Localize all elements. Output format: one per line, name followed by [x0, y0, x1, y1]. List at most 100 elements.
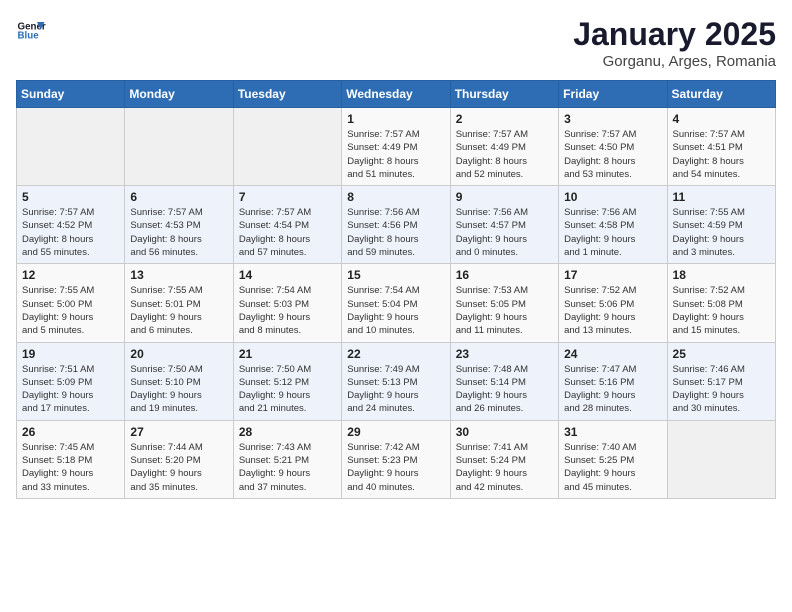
day-cell: 12 Sunrise: 7:55 AM Sunset: 5:00 PM Dayli…	[17, 264, 125, 342]
day-number: 25	[673, 347, 770, 361]
day-number: 9	[456, 190, 553, 204]
day-number: 15	[347, 268, 444, 282]
calendar-table: SundayMondayTuesdayWednesdayThursdayFrid…	[16, 80, 776, 499]
day-cell: 2 Sunrise: 7:57 AM Sunset: 4:49 PM Daylig…	[450, 108, 558, 186]
day-cell: 5 Sunrise: 7:57 AM Sunset: 4:52 PM Daylig…	[17, 186, 125, 264]
day-cell: 29 Sunrise: 7:42 AM Sunset: 5:23 PM Dayli…	[342, 420, 450, 498]
day-cell: 24 Sunrise: 7:47 AM Sunset: 5:16 PM Dayli…	[559, 342, 667, 420]
day-number: 30	[456, 425, 553, 439]
day-number: 5	[22, 190, 119, 204]
day-number: 22	[347, 347, 444, 361]
day-info: Sunrise: 7:56 AM Sunset: 4:56 PM Dayligh…	[347, 206, 444, 259]
week-row-5: 26 Sunrise: 7:45 AM Sunset: 5:18 PM Dayli…	[17, 420, 776, 498]
day-number: 14	[239, 268, 336, 282]
day-cell: 17Sunrise: 7:52 AM Sunset: 5:06 PM Dayli…	[559, 264, 667, 342]
week-row-2: 5 Sunrise: 7:57 AM Sunset: 4:52 PM Daylig…	[17, 186, 776, 264]
day-header-wednesday: Wednesday	[342, 81, 450, 108]
day-number: 10	[564, 190, 661, 204]
svg-text:Blue: Blue	[18, 31, 40, 42]
day-header-thursday: Thursday	[450, 81, 558, 108]
day-info: Sunrise: 7:44 AM Sunset: 5:20 PM Dayligh…	[130, 441, 227, 494]
day-info: Sunrise: 7:46 AM Sunset: 5:17 PM Dayligh…	[673, 363, 770, 416]
day-cell: 23 Sunrise: 7:48 AM Sunset: 5:14 PM Dayli…	[450, 342, 558, 420]
day-header-sunday: Sunday	[17, 81, 125, 108]
page-header: General Blue January 2025 Gorganu, Arges…	[16, 16, 776, 70]
day-info: Sunrise: 7:51 AM Sunset: 5:09 PM Dayligh…	[22, 363, 119, 416]
day-number: 8	[347, 190, 444, 204]
day-info: Sunrise: 7:55 AM Sunset: 4:59 PM Dayligh…	[673, 206, 770, 259]
calendar-title: January 2025	[573, 16, 776, 53]
day-cell: 11 Sunrise: 7:55 AM Sunset: 4:59 PM Dayli…	[667, 186, 775, 264]
day-cell	[233, 108, 341, 186]
logo: General Blue	[16, 16, 46, 46]
day-info: Sunrise: 7:50 AM Sunset: 5:10 PM Dayligh…	[130, 363, 227, 416]
day-info: Sunrise: 7:55 AM Sunset: 5:01 PM Dayligh…	[130, 284, 227, 337]
day-number: 17	[564, 268, 661, 282]
day-cell: 21 Sunrise: 7:50 AM Sunset: 5:12 PM Dayli…	[233, 342, 341, 420]
day-cell: 28 Sunrise: 7:43 AM Sunset: 5:21 PM Dayli…	[233, 420, 341, 498]
day-cell	[667, 420, 775, 498]
day-cell: 26 Sunrise: 7:45 AM Sunset: 5:18 PM Dayli…	[17, 420, 125, 498]
day-number: 12	[22, 268, 119, 282]
day-cell: 27 Sunrise: 7:44 AM Sunset: 5:20 PM Dayli…	[125, 420, 233, 498]
day-cell: 9 Sunrise: 7:56 AM Sunset: 4:57 PM Daylig…	[450, 186, 558, 264]
day-header-saturday: Saturday	[667, 81, 775, 108]
day-info: Sunrise: 7:56 AM Sunset: 4:58 PM Dayligh…	[564, 206, 661, 259]
day-number: 31	[564, 425, 661, 439]
day-number: 7	[239, 190, 336, 204]
day-number: 18	[673, 268, 770, 282]
day-info: Sunrise: 7:47 AM Sunset: 5:16 PM Dayligh…	[564, 363, 661, 416]
day-cell: 1Sunrise: 7:57 AM Sunset: 4:49 PM Daylig…	[342, 108, 450, 186]
day-number: 13	[130, 268, 227, 282]
day-number: 24	[564, 347, 661, 361]
day-info: Sunrise: 7:57 AM Sunset: 4:50 PM Dayligh…	[564, 128, 661, 181]
week-row-1: 1Sunrise: 7:57 AM Sunset: 4:49 PM Daylig…	[17, 108, 776, 186]
day-cell	[17, 108, 125, 186]
day-info: Sunrise: 7:52 AM Sunset: 5:08 PM Dayligh…	[673, 284, 770, 337]
day-info: Sunrise: 7:43 AM Sunset: 5:21 PM Dayligh…	[239, 441, 336, 494]
day-cell: 4 Sunrise: 7:57 AM Sunset: 4:51 PM Daylig…	[667, 108, 775, 186]
day-number: 2	[456, 112, 553, 126]
day-cell: 3 Sunrise: 7:57 AM Sunset: 4:50 PM Daylig…	[559, 108, 667, 186]
day-header-friday: Friday	[559, 81, 667, 108]
day-number: 20	[130, 347, 227, 361]
day-info: Sunrise: 7:54 AM Sunset: 5:04 PM Dayligh…	[347, 284, 444, 337]
day-cell	[125, 108, 233, 186]
day-number: 29	[347, 425, 444, 439]
day-number: 26	[22, 425, 119, 439]
day-number: 23	[456, 347, 553, 361]
day-number: 11	[673, 190, 770, 204]
day-header-monday: Monday	[125, 81, 233, 108]
calendar-subtitle: Gorganu, Arges, Romania	[573, 53, 776, 70]
day-cell: 7Sunrise: 7:57 AM Sunset: 4:54 PM Daylig…	[233, 186, 341, 264]
day-info: Sunrise: 7:48 AM Sunset: 5:14 PM Dayligh…	[456, 363, 553, 416]
day-info: Sunrise: 7:57 AM Sunset: 4:52 PM Dayligh…	[22, 206, 119, 259]
day-header-tuesday: Tuesday	[233, 81, 341, 108]
title-block: January 2025 Gorganu, Arges, Romania	[573, 16, 776, 70]
day-number: 4	[673, 112, 770, 126]
day-info: Sunrise: 7:56 AM Sunset: 4:57 PM Dayligh…	[456, 206, 553, 259]
day-info: Sunrise: 7:50 AM Sunset: 5:12 PM Dayligh…	[239, 363, 336, 416]
day-cell: 20 Sunrise: 7:50 AM Sunset: 5:10 PM Dayli…	[125, 342, 233, 420]
day-info: Sunrise: 7:57 AM Sunset: 4:51 PM Dayligh…	[673, 128, 770, 181]
day-number: 27	[130, 425, 227, 439]
day-number: 16	[456, 268, 553, 282]
day-info: Sunrise: 7:45 AM Sunset: 5:18 PM Dayligh…	[22, 441, 119, 494]
day-number: 3	[564, 112, 661, 126]
logo-icon: General Blue	[16, 16, 46, 46]
day-info: Sunrise: 7:49 AM Sunset: 5:13 PM Dayligh…	[347, 363, 444, 416]
day-number: 6	[130, 190, 227, 204]
day-cell: 10 Sunrise: 7:56 AM Sunset: 4:58 PM Dayli…	[559, 186, 667, 264]
day-cell: 15 Sunrise: 7:54 AM Sunset: 5:04 PM Dayli…	[342, 264, 450, 342]
day-info: Sunrise: 7:41 AM Sunset: 5:24 PM Dayligh…	[456, 441, 553, 494]
day-number: 21	[239, 347, 336, 361]
day-cell: 31Sunrise: 7:40 AM Sunset: 5:25 PM Dayli…	[559, 420, 667, 498]
header-row: SundayMondayTuesdayWednesdayThursdayFrid…	[17, 81, 776, 108]
day-cell: 25 Sunrise: 7:46 AM Sunset: 5:17 PM Dayli…	[667, 342, 775, 420]
day-info: Sunrise: 7:55 AM Sunset: 5:00 PM Dayligh…	[22, 284, 119, 337]
day-number: 28	[239, 425, 336, 439]
day-cell: 14Sunrise: 7:54 AM Sunset: 5:03 PM Dayli…	[233, 264, 341, 342]
day-info: Sunrise: 7:42 AM Sunset: 5:23 PM Dayligh…	[347, 441, 444, 494]
day-info: Sunrise: 7:57 AM Sunset: 4:49 PM Dayligh…	[347, 128, 444, 181]
day-info: Sunrise: 7:57 AM Sunset: 4:49 PM Dayligh…	[456, 128, 553, 181]
